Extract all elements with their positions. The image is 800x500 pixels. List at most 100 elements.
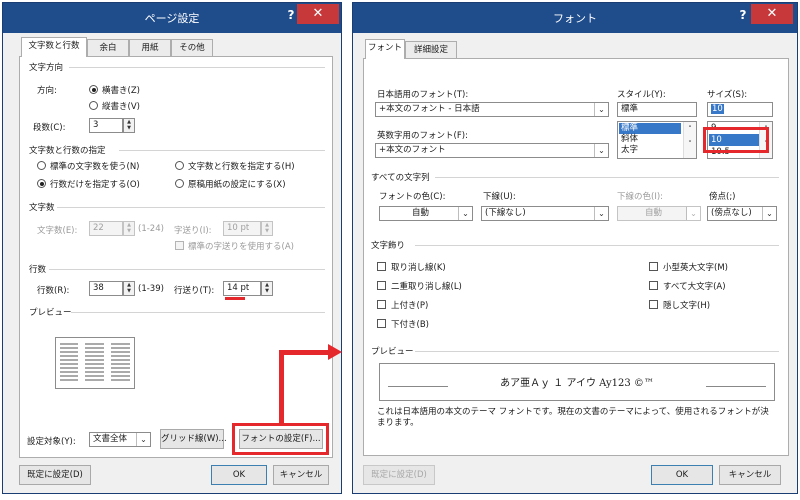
chevron-down-icon: ⌄ bbox=[136, 433, 150, 446]
default-pitch-label[interactable]: 標準の字送りを使用する(A) bbox=[188, 240, 294, 252]
radio-horizontal[interactable] bbox=[89, 85, 98, 94]
strikethrough-checkbox[interactable] bbox=[377, 262, 386, 271]
tab-margins[interactable]: 余白 bbox=[87, 39, 129, 57]
divider bbox=[69, 67, 325, 68]
close-button[interactable]: ✕ bbox=[297, 4, 339, 24]
chevron-down-icon: ⌄ bbox=[762, 207, 776, 220]
font-button-highlight bbox=[232, 423, 329, 455]
divider bbox=[119, 150, 325, 151]
section-chars: 文字数 bbox=[29, 203, 55, 213]
page-preview-thumbnail bbox=[55, 337, 135, 389]
direction-label: 方向: bbox=[37, 86, 57, 96]
divider bbox=[57, 207, 325, 208]
small-caps-label[interactable]: 小型英大文字(M) bbox=[663, 261, 728, 273]
all-caps-checkbox[interactable] bbox=[649, 281, 658, 290]
radio-vertical[interactable] bbox=[89, 101, 98, 110]
cancel-button[interactable]: キャンセル bbox=[719, 465, 781, 485]
style-option-italic[interactable]: 斜体 bbox=[619, 134, 638, 145]
emphasis-select[interactable]: (傍点なし) ⌄ bbox=[707, 206, 777, 221]
line-pitch-spinner[interactable]: ▲ ▼ bbox=[261, 281, 273, 296]
style-input[interactable]: 標準 bbox=[617, 102, 697, 117]
font-color-value: 自動 bbox=[411, 208, 429, 218]
radio-chars-and-lines[interactable] bbox=[175, 161, 184, 170]
jp-font-value: +本文のフォント - 日本語 bbox=[379, 104, 480, 114]
arrow-head-icon bbox=[328, 344, 342, 360]
ok-button[interactable]: OK bbox=[211, 465, 267, 485]
double-strike-checkbox[interactable] bbox=[377, 281, 386, 290]
size-input[interactable]: 10 bbox=[707, 102, 773, 117]
hidden-checkbox[interactable] bbox=[649, 300, 658, 309]
line-count-input[interactable]: 38 bbox=[89, 281, 123, 296]
tab-advanced[interactable]: 詳細設定 bbox=[405, 41, 457, 59]
columns-spinner[interactable]: ▲ ▼ bbox=[123, 118, 135, 133]
underline-select[interactable]: (下線なし) ⌄ bbox=[481, 206, 609, 221]
underline-color-label: 下線の色(I): bbox=[617, 192, 664, 202]
grid-lines-button[interactable]: グリッド線(W)... bbox=[160, 429, 227, 449]
subscript-label[interactable]: 下付き(B) bbox=[391, 318, 429, 330]
line-count-label: 行数(R): bbox=[37, 286, 70, 296]
size-label: サイズ(S): bbox=[707, 90, 748, 100]
tab-paper[interactable]: 用紙 bbox=[129, 39, 171, 57]
scrollbar[interactable]: ˄ ˅ bbox=[683, 122, 696, 158]
style-option-regular[interactable]: 標準 bbox=[619, 123, 681, 134]
hidden-label[interactable]: 隠し文字(H) bbox=[663, 299, 710, 311]
section-text-direction: 文字方向 bbox=[29, 63, 64, 73]
jp-font-select[interactable]: +本文のフォント - 日本語 ⌄ bbox=[375, 102, 609, 117]
radio-manuscript-label[interactable]: 原稿用紙の設定にする(X) bbox=[188, 178, 286, 190]
underline-value: (下線なし) bbox=[485, 208, 526, 218]
close-button[interactable]: ✕ bbox=[751, 4, 793, 24]
section-effects: 文字飾り bbox=[371, 241, 406, 251]
radio-lines-only[interactable] bbox=[37, 179, 46, 188]
line-pitch-label: 行送り(T): bbox=[174, 286, 215, 296]
chevron-down-icon: ⌄ bbox=[458, 207, 472, 220]
underline-color-select[interactable]: 自動 ⌄ bbox=[617, 206, 701, 221]
set-default-button[interactable]: 既定に設定(D) bbox=[363, 465, 435, 485]
columns-label: 段数(C): bbox=[33, 123, 66, 133]
line-pitch-input[interactable]: 14 pt bbox=[223, 281, 261, 296]
apply-to-label: 設定対象(Y): bbox=[27, 437, 76, 447]
underline-label: 下線(U): bbox=[483, 192, 516, 202]
jp-font-label: 日本語用のフォント(T): bbox=[377, 90, 469, 100]
all-caps-label[interactable]: すべて大文字(A) bbox=[663, 280, 726, 292]
subscript-checkbox[interactable] bbox=[377, 319, 386, 328]
line-count-range: (1-39) bbox=[138, 284, 164, 294]
help-icon[interactable]: ? bbox=[735, 7, 751, 23]
font-color-select[interactable]: 自動 ⌄ bbox=[379, 206, 473, 221]
strikethrough-label[interactable]: 取り消し線(K) bbox=[391, 261, 446, 273]
underline-color-value: 自動 bbox=[644, 208, 662, 218]
size-highlight bbox=[703, 127, 769, 153]
tab-chars-lines[interactable]: 文字数と行数 bbox=[21, 37, 87, 57]
radio-chars-and-lines-label[interactable]: 文字数と行数を指定する(H) bbox=[188, 160, 295, 172]
char-pitch-spinner[interactable]: ▲ ▼ bbox=[261, 221, 273, 236]
en-font-value: +本文のフォント bbox=[379, 145, 446, 155]
page-setup-title-bar: ページ設定 ? ✕ bbox=[3, 3, 341, 33]
radio-standard-chars[interactable] bbox=[37, 161, 46, 170]
small-caps-checkbox[interactable] bbox=[649, 262, 658, 271]
superscript-checkbox[interactable] bbox=[377, 300, 386, 309]
radio-standard-chars-label[interactable]: 標準の文字数を使う(N) bbox=[50, 160, 140, 172]
radio-manuscript[interactable] bbox=[175, 179, 184, 188]
char-count-spinner[interactable]: ▲ ▼ bbox=[123, 221, 135, 236]
double-strike-label[interactable]: 二重取り消し線(L) bbox=[391, 280, 462, 292]
radio-lines-only-label[interactable]: 行数だけを指定する(O) bbox=[50, 178, 140, 190]
char-count-input[interactable]: 22 bbox=[89, 221, 123, 236]
line-count-spinner[interactable]: ▲ ▼ bbox=[123, 281, 135, 296]
ok-button[interactable]: OK bbox=[651, 465, 713, 485]
page-setup-panel bbox=[19, 56, 333, 458]
default-pitch-checkbox[interactable] bbox=[175, 241, 184, 250]
char-pitch-input[interactable]: 10 pt bbox=[223, 221, 261, 236]
tab-font[interactable]: フォント bbox=[365, 39, 405, 59]
radio-vertical-label[interactable]: 縦書き(V) bbox=[102, 100, 140, 112]
cancel-button[interactable]: キャンセル bbox=[273, 465, 329, 485]
tab-other[interactable]: その他 bbox=[171, 39, 213, 57]
page-preview-lines bbox=[60, 343, 130, 381]
set-default-button[interactable]: 既定に設定(D) bbox=[19, 465, 91, 485]
apply-to-select[interactable]: 文書全体 ⌄ bbox=[89, 432, 151, 447]
divider bbox=[435, 177, 779, 178]
radio-horizontal-label[interactable]: 横書き(Z) bbox=[102, 84, 140, 96]
en-font-select[interactable]: +本文のフォント ⌄ bbox=[375, 143, 609, 158]
style-list[interactable]: 標準 斜体 太字 ˄ ˅ bbox=[617, 121, 697, 159]
columns-input[interactable]: 3 bbox=[89, 118, 123, 133]
style-option-bold[interactable]: 太字 bbox=[619, 145, 638, 156]
superscript-label[interactable]: 上付き(P) bbox=[391, 299, 428, 311]
